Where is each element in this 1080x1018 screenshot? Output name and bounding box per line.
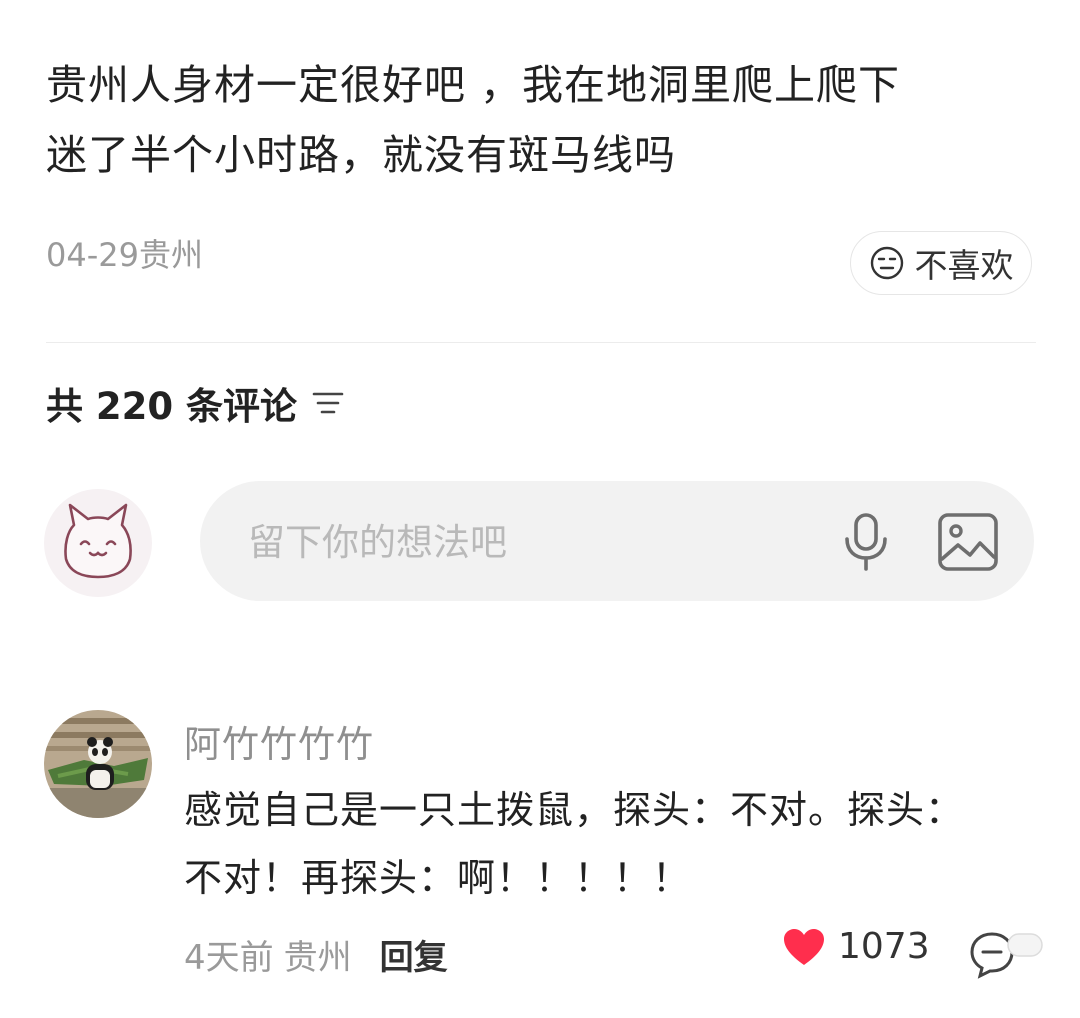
post-content: 贵州人身材一定很好吧 ，我在地洞里爬上爬下 迷了半个小时路，就没有斑马线吗: [46, 50, 1036, 190]
comment-bubble-icon[interactable]: [968, 928, 1046, 980]
commenter-avatar[interactable]: [44, 710, 152, 818]
post-text-line-2: 迷了半个小时路，就没有斑马线吗: [46, 131, 676, 179]
comment-meta: 4天前 贵州 回复: [184, 930, 448, 979]
commenter-username[interactable]: 阿竹竹竹竹: [184, 714, 374, 768]
comments-header: 共 220 条评论: [46, 376, 345, 430]
cat-face-icon: [64, 503, 132, 579]
like-button[interactable]: 1073: [782, 926, 930, 967]
post-location: 贵州: [138, 236, 203, 274]
heart-icon: [784, 928, 824, 965]
comment-location: 贵州: [283, 938, 352, 978]
like-count: 1073: [838, 926, 930, 967]
comment-text-line-2: 不对！再探头：啊！！！！！: [184, 856, 692, 900]
reply-button[interactable]: 回复: [380, 930, 448, 979]
post-text-line-1: 贵州人身材一定很好吧 ，我在地洞里爬上爬下: [46, 61, 901, 109]
my-avatar[interactable]: [44, 489, 152, 597]
post-meta: 04-29贵州: [46, 230, 203, 276]
divider: [46, 342, 1036, 343]
comment-time: 4天前: [184, 938, 274, 978]
panda-avatar-image: [44, 710, 152, 818]
image-icon[interactable]: [936, 511, 1000, 573]
dislike-label: 不喜欢: [914, 246, 1014, 285]
dislike-button[interactable]: 不喜欢: [850, 231, 1032, 295]
microphone-icon[interactable]: [836, 511, 896, 573]
comment-body: 感觉自己是一只土拨鼠，探头：不对。探头： 不对！再探头：啊！！！！！: [184, 776, 1024, 912]
comment-composer[interactable]: [200, 481, 1034, 601]
comment-text-line-1: 感觉自己是一只土拨鼠，探头：不对。探头：: [184, 788, 965, 832]
post-date: 04-29: [46, 236, 139, 274]
comment-count-label: 共 220 条评论: [46, 385, 297, 428]
filter-lines-icon[interactable]: [311, 388, 345, 418]
neutral-face-icon: [870, 246, 903, 280]
comment-input[interactable]: [246, 511, 810, 573]
